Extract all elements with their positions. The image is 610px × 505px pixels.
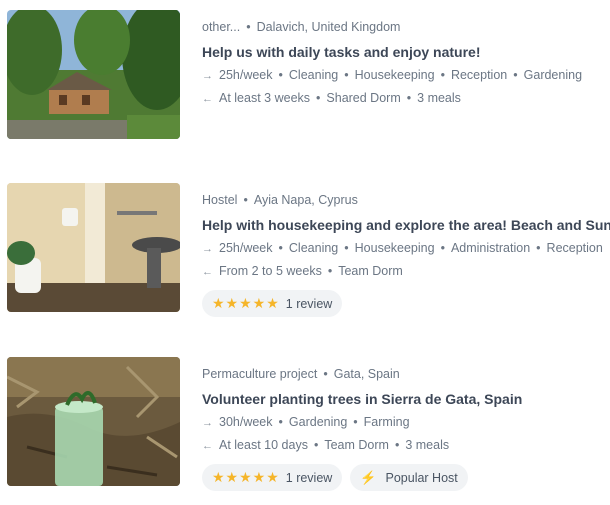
listing-hours-tasks: → 25h/week • Cleaning • Housekeeping • Receptio…: [202, 67, 602, 84]
task: Housekeeping: [354, 68, 435, 82]
arrow-left-icon: ←: [202, 440, 213, 452]
arrow-right-icon: →: [202, 70, 213, 82]
task: Administration: [450, 241, 531, 255]
listing-location: Dalavich, United Kingdom: [256, 20, 401, 34]
task: Reception: [450, 68, 508, 82]
listing-duration-extras: ← From 2 to 5 weeks • Team Dorm: [202, 263, 602, 280]
extra: Shared Dorm: [326, 91, 401, 105]
listing-chips: ★★★★★ 1 review: [202, 290, 602, 317]
listing-image[interactable]: [7, 10, 180, 139]
separator-dot: •: [394, 438, 400, 452]
separator-dot: •: [243, 193, 248, 207]
listing-image[interactable]: [7, 357, 180, 486]
hours: 30h/week: [219, 415, 273, 429]
listing-title[interactable]: Help us with daily tasks and enjoy natur…: [202, 43, 602, 61]
listing-hours-tasks: → 25h/week • Cleaning • Housekeeping • Administ…: [202, 240, 603, 257]
cabin-photo: [7, 10, 180, 139]
popular-host-badge[interactable]: ⚡ Popular Host: [350, 464, 468, 491]
task: Housekeeping: [354, 241, 435, 255]
arrow-left-icon: ←: [202, 93, 213, 105]
reviews-chip[interactable]: ★★★★★ 1 review: [202, 464, 343, 491]
separator-dot: •: [246, 20, 251, 34]
listing-title[interactable]: Volunteer planting trees in Sierra de Ga…: [202, 390, 602, 408]
listing-location: Gata, Spain: [333, 367, 400, 381]
separator-dot: •: [278, 68, 283, 82]
star-rating-icon: ★★★★★: [212, 469, 280, 485]
arrow-left-icon: ←: [202, 266, 213, 278]
bathroom-photo: [7, 183, 180, 312]
separator-dot: •: [344, 68, 349, 82]
task: Cleaning: [288, 241, 339, 255]
tree-guard-photo: [7, 357, 180, 486]
extra: Team Dorm: [338, 264, 403, 278]
task: Cleaning: [288, 68, 339, 82]
separator-dot: •: [353, 415, 358, 429]
listing-category: Hostel: [202, 193, 238, 207]
listing-title[interactable]: Help with housekeeping and explore the a…: [202, 216, 610, 234]
separator-dot: •: [316, 91, 321, 105]
separator-dot: •: [313, 438, 319, 452]
listing-location: Ayia Napa, Cyprus: [253, 193, 358, 207]
listing-meta: Permaculture project • Gata, Spain: [202, 366, 602, 382]
listing-duration-extras: ← At least 10 days • Team Dorm • 3 meals: [202, 437, 602, 454]
task: Reception: [546, 241, 603, 255]
listing-image[interactable]: [7, 183, 180, 312]
review-count: 1 review: [285, 296, 333, 311]
separator-dot: •: [513, 68, 518, 82]
separator-dot: •: [440, 241, 445, 255]
separator-dot: •: [344, 241, 349, 255]
arrow-right-icon: →: [202, 417, 213, 429]
listing-chips: ★★★★★ 1 review ⚡ Popular Host: [202, 464, 602, 491]
lightning-icon: ⚡: [360, 469, 377, 485]
extra: 3 meals: [417, 91, 461, 105]
listing-category: Permaculture project: [202, 367, 318, 381]
separator-dot: •: [278, 415, 283, 429]
listing-hours-tasks: → 30h/week • Gardening • Farming: [202, 414, 602, 431]
separator-dot: •: [440, 68, 445, 82]
hours: 25h/week: [219, 241, 273, 255]
separator-dot: •: [536, 241, 541, 255]
duration: At least 3 weeks: [219, 91, 311, 105]
extra: Team Dorm: [324, 438, 389, 452]
reviews-chip[interactable]: ★★★★★ 1 review: [202, 290, 343, 317]
task: Gardening: [523, 68, 583, 82]
separator-dot: •: [406, 91, 412, 105]
separator-dot: •: [323, 367, 328, 381]
hours: 25h/week: [219, 68, 273, 82]
task: Gardening: [288, 415, 348, 429]
separator-dot: •: [327, 264, 333, 278]
listing-category: other...: [202, 20, 241, 34]
listing-duration-extras: ← At least 3 weeks • Shared Dorm • 3 meals: [202, 90, 602, 107]
listing-meta: other... • Dalavich, United Kingdom: [202, 19, 602, 35]
separator-dot: •: [278, 241, 283, 255]
extra: 3 meals: [405, 438, 450, 452]
task: Farming: [363, 415, 410, 429]
arrow-right-icon: →: [202, 243, 213, 255]
duration: At least 10 days: [219, 438, 308, 452]
listing-meta: Hostel • Ayia Napa, Cyprus: [202, 192, 602, 208]
badge-label: Popular Host: [385, 470, 458, 485]
star-rating-icon: ★★★★★: [212, 295, 280, 311]
review-count: 1 review: [285, 470, 333, 485]
duration: From 2 to 5 weeks: [219, 264, 322, 278]
